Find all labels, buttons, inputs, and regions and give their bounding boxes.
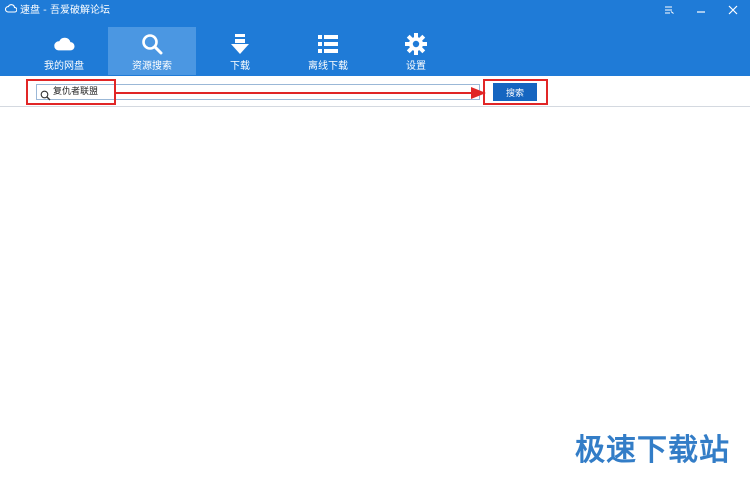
nav-label: 我的网盘 xyxy=(44,61,84,72)
gear-icon xyxy=(405,33,427,55)
nav-offline-download[interactable]: 离线下载 xyxy=(284,27,372,75)
app-header: 速盘 - 吾爱破解论坛 我的网盘 资源搜索 下载 离线下载 设置 xyxy=(0,0,750,76)
close-icon xyxy=(728,5,738,15)
window-controls xyxy=(660,2,742,18)
search-icon xyxy=(141,33,163,55)
app-logo-icon xyxy=(4,3,18,19)
minimize-button[interactable] xyxy=(692,2,710,18)
menu-button[interactable] xyxy=(660,2,678,18)
window-title-area: 速盘 - 吾爱破解论坛 xyxy=(4,3,110,19)
nav-resource-search[interactable]: 资源搜索 xyxy=(108,27,196,75)
list-icon xyxy=(317,33,339,55)
annotation-arrow xyxy=(115,87,486,99)
download-icon xyxy=(229,33,251,55)
minimize-icon xyxy=(697,11,705,13)
nav-label: 离线下载 xyxy=(308,61,348,72)
annotation-box-input xyxy=(26,79,116,105)
nav-label: 下载 xyxy=(230,61,250,72)
nav-download[interactable]: 下载 xyxy=(196,27,284,75)
nav-label: 设置 xyxy=(406,61,426,72)
nav-settings[interactable]: 设置 xyxy=(372,27,460,75)
cloud-icon xyxy=(53,33,75,55)
watermark: 极速下载站 xyxy=(575,433,730,468)
annotation-box-button xyxy=(483,79,548,105)
main-nav: 我的网盘 资源搜索 下载 离线下载 设置 xyxy=(20,27,460,75)
window-title: 速盘 - 吾爱破解论坛 xyxy=(20,5,110,16)
nav-my-netdisk[interactable]: 我的网盘 xyxy=(20,27,108,75)
close-button[interactable] xyxy=(724,2,742,18)
menu-icon xyxy=(665,6,674,14)
nav-label: 资源搜索 xyxy=(132,61,172,72)
